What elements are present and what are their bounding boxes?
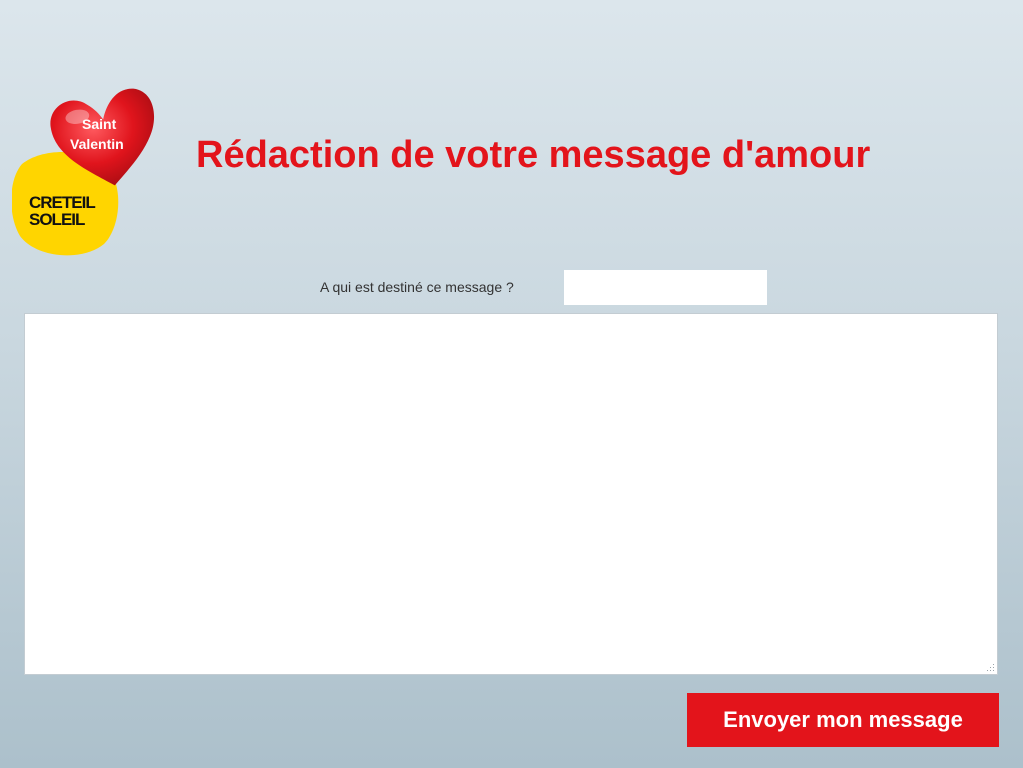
heart-text-line2: Valentin (70, 136, 124, 152)
recipient-label: A qui est destiné ce message ? (320, 279, 514, 295)
send-message-button[interactable]: Envoyer mon message (687, 693, 999, 747)
heart-text-line1: Saint (82, 116, 117, 132)
creteil-soleil-saint-valentin-logo: CRETEIL SOLEIL Saint Valentin (12, 86, 162, 258)
page-title: Rédaction de votre message d'amour (196, 134, 871, 176)
sun-text-line2: SOLEIL (29, 210, 85, 229)
message-textarea[interactable] (24, 313, 998, 675)
recipient-input[interactable] (564, 270, 767, 305)
resize-grip-icon[interactable] (985, 662, 995, 672)
recipient-row: A qui est destiné ce message ? (0, 270, 1023, 305)
